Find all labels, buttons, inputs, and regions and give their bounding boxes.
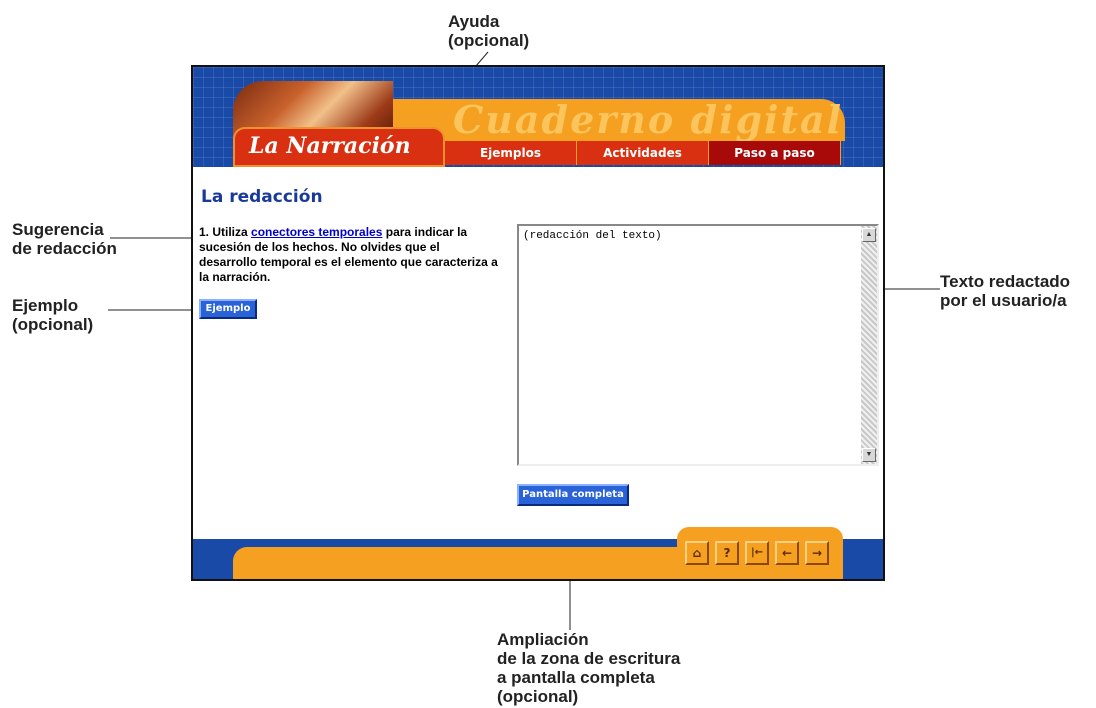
example-button[interactable]: Ejemplo (199, 299, 257, 319)
app-window: Cuaderno digital La Narración Ejemplos A… (191, 65, 885, 581)
callout-sugerencia: Sugerencia de redacción (12, 220, 117, 258)
fullscreen-button[interactable]: Pantalla completa (517, 484, 629, 506)
content-area: La redacción 1. Utiliza conectores tempo… (193, 167, 883, 539)
callout-texto: Texto redactado por el usuario/a (940, 272, 1070, 310)
home-icon[interactable]: ⌂ (685, 541, 709, 565)
page-heading: La redacción (201, 187, 323, 207)
callout-ampliacion-line1: Ampliación (497, 630, 589, 649)
scroll-down-icon[interactable]: ▼ (862, 448, 876, 462)
writing-textarea[interactable]: (redacción del texto) ▲ ▼ (517, 224, 879, 466)
scroll-up-icon[interactable]: ▲ (862, 228, 876, 242)
help-link[interactable]: conectores temporales (251, 225, 382, 239)
callout-ampliacion-line4: (opcional) (497, 687, 579, 706)
help-icon[interactable]: ? (715, 541, 739, 565)
section-title: La Narración (249, 133, 411, 159)
callout-ejemplo: Ejemplo (opcional) (12, 296, 93, 334)
tab-actividades[interactable]: Actividades (577, 141, 709, 165)
vertical-scrollbar[interactable]: ▲ ▼ (861, 226, 877, 464)
callout-ejemplo-line1: Ejemplo (12, 296, 79, 315)
callout-texto-line2: por el usuario/a (940, 291, 1067, 310)
next-icon[interactable]: → (805, 541, 829, 565)
callout-sugerencia-line1: Sugerencia (12, 220, 104, 239)
tab-paso-a-paso[interactable]: Paso a paso (709, 141, 841, 165)
prev-icon[interactable]: ← (775, 541, 799, 565)
callout-sugerencia-line2: de redacción (12, 239, 117, 258)
suggestion-prefix: 1. Utiliza (199, 225, 252, 239)
callout-ampliacion-line3: a pantalla completa (497, 668, 655, 687)
textarea-content: (redacción del texto) (523, 230, 662, 242)
writing-suggestion: 1. Utiliza conectores temporales para in… (199, 225, 499, 285)
callout-texto-line1: Texto redactado (940, 272, 1071, 291)
tab-ejemplos[interactable]: Ejemplos (445, 141, 577, 165)
first-page-icon[interactable]: |← (745, 541, 769, 565)
app-title: Cuaderno digital (453, 97, 844, 142)
callout-ejemplo-line2: (opcional) (12, 315, 94, 334)
callout-ampliacion-line2: de la zona de escritura (497, 649, 681, 668)
callout-ampliacion: Ampliación de la zona de escritura a pan… (497, 630, 680, 706)
